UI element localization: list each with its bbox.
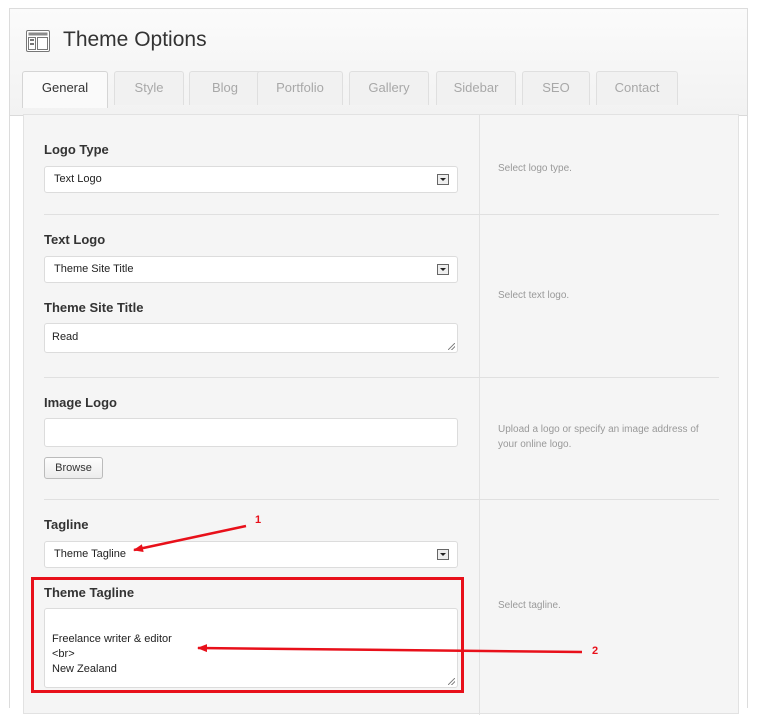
callout-arrow-2 [197, 644, 583, 654]
annotation-arrows [133, 524, 583, 654]
callout-arrow-1 [133, 524, 247, 553]
